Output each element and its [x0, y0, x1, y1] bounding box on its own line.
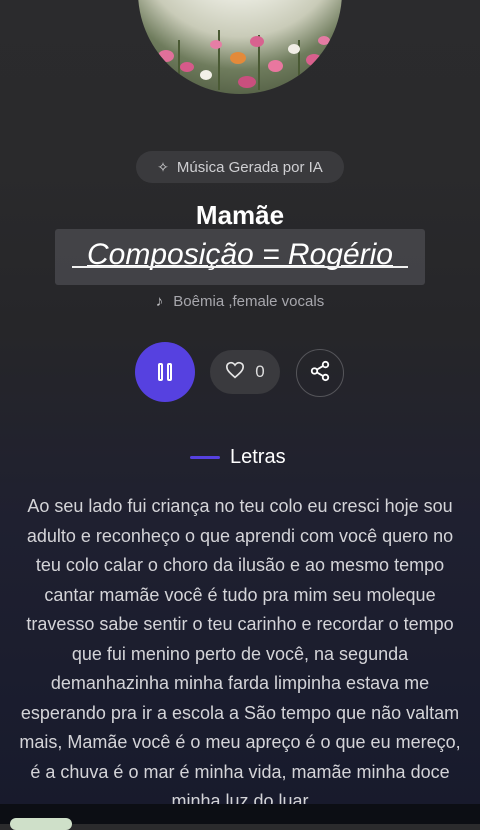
music-note-icon: ♪: [155, 293, 164, 310]
like-count: 0: [255, 362, 265, 381]
share-button[interactable]: [296, 349, 344, 397]
badge-label: Música Gerada por IA: [176, 158, 323, 176]
song-title: Mamãe: [195, 200, 285, 230]
pause-button[interactable]: [135, 342, 195, 402]
flower: [200, 70, 212, 80]
flower: [268, 60, 283, 72]
heart-icon: [225, 361, 245, 384]
lyrics-heading-label: Letras: [230, 446, 286, 468]
flower: [238, 76, 256, 88]
composer-strike-line: [72, 266, 408, 268]
flower: [250, 36, 264, 47]
genre-label: Boêmia ,female vocals: [173, 293, 325, 310]
like-button[interactable]: 0: [210, 350, 280, 394]
lyrics-heading: Letras: [190, 446, 286, 469]
flower: [158, 50, 174, 62]
ai-generated-badge: ✧ Música Gerada por IA: [136, 151, 344, 183]
bottom-bar: [0, 804, 480, 824]
sparkle-icon: ✧: [157, 158, 169, 175]
flower: [288, 44, 300, 54]
flower: [180, 62, 194, 72]
flower: [230, 52, 246, 64]
bottom-chip[interactable]: [10, 818, 72, 830]
flower: [210, 40, 222, 49]
genre-line: ♪ Boêmia ,female vocals: [0, 293, 480, 310]
album-cover: [138, 0, 342, 94]
heading-accent-line: [190, 456, 220, 459]
share-icon: [309, 360, 331, 387]
lyrics-text: Ao seu lado fui criança no teu colo eu c…: [19, 496, 461, 811]
pause-icon: [156, 363, 174, 381]
flower: [318, 36, 330, 45]
flower: [306, 54, 322, 66]
